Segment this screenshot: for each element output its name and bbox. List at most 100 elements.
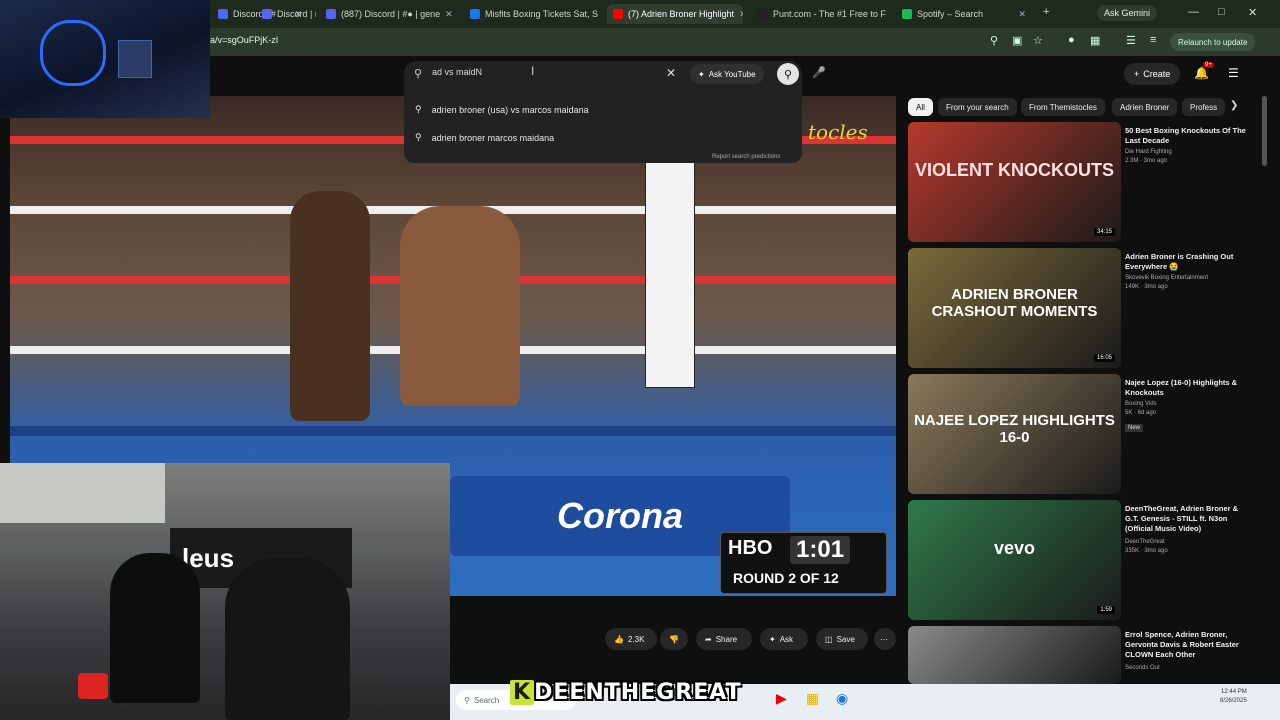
like-button[interactable]: 👍 2.3K xyxy=(605,628,657,650)
filter-chip[interactable]: Profess xyxy=(1182,98,1226,116)
search-icon: ⚲ xyxy=(464,695,470,705)
video-meta: 2.3M · 3mo ago xyxy=(1125,158,1168,164)
video-title[interactable]: Najee Lopez (16-0) Highlights & Knockout… xyxy=(1125,378,1253,398)
search-icon: ⚲ xyxy=(415,132,422,142)
extension-icon[interactable]: ▣ xyxy=(1012,34,1022,47)
channel-name[interactable]: Boxing Vids xyxy=(1125,400,1253,408)
browser-tab[interactable]: Spotify – Search ✕ xyxy=(896,4,1032,24)
video-thumbnail[interactable] xyxy=(908,626,1121,684)
browser-tab[interactable]: (887) Discord | #● | gene ✕ xyxy=(320,4,458,24)
more-icon: ⋯ xyxy=(880,634,888,644)
filter-chip[interactable]: From Themistocles xyxy=(1021,98,1105,116)
tab-close-icon[interactable]: ✕ xyxy=(445,9,453,20)
url-field[interactable]: a/v=sgOuFPjK-zI xyxy=(210,35,278,45)
browser-tab[interactable]: Punt.com - The #1 Free to F✕ xyxy=(752,4,890,24)
avatar[interactable]: ☰ xyxy=(1228,66,1239,80)
save-button[interactable]: ◫ Save xyxy=(816,628,868,650)
search-suggestions xyxy=(404,87,802,163)
streamer-name-overlay: K DEENTHEGREAT xyxy=(510,680,742,705)
taskbar-clock: 12:44 PM 8/26/2025 xyxy=(1220,688,1247,706)
person xyxy=(225,558,350,720)
webcam-overlay-top xyxy=(0,0,210,118)
search-input[interactable]: ad vs maidN xyxy=(432,67,482,77)
star-icon[interactable]: ☆ xyxy=(1033,34,1043,47)
profile-icon[interactable]: ● xyxy=(1068,34,1075,46)
notification-badge: 9+ xyxy=(1203,62,1214,68)
search-icon[interactable]: ⚲ xyxy=(990,34,998,47)
channel-name[interactable]: Die Hard Fighting xyxy=(1125,148,1253,156)
new-tab-icon[interactable]: + xyxy=(1043,6,1049,18)
ask-button[interactable]: ✦ Ask xyxy=(760,628,808,650)
more-actions-button[interactable]: ⋯ xyxy=(874,628,896,650)
dislike-button[interactable]: 👎 xyxy=(660,628,688,650)
favicon-icon xyxy=(218,9,228,19)
sponsor-text: tocles xyxy=(808,120,868,144)
thumbnail-text: vevo xyxy=(993,538,1036,558)
mic-icon[interactable]: 🎤 xyxy=(812,66,826,79)
ring-rope xyxy=(10,426,896,436)
text-cursor-icon: I xyxy=(531,64,535,78)
video-title[interactable]: DeenTheGreat, Adrien Broner & G.T. Genes… xyxy=(1125,504,1253,534)
ask-label: Ask xyxy=(779,634,794,644)
video-thumbnail[interactable]: vevo 1:59 xyxy=(908,500,1121,620)
video-thumbnail[interactable]: VIOLENT KNOCKOUTS 34:15 xyxy=(908,122,1121,242)
ask-gemini-button[interactable]: Ask Gemini xyxy=(1097,5,1158,21)
channel-name[interactable]: Skovevik Boxing Entertainment xyxy=(1125,274,1253,282)
suggestion-item[interactable]: ⚲ adrien broner (usa) vs marcos maidana xyxy=(415,104,589,115)
puzzle-icon[interactable]: ▦ xyxy=(1090,34,1100,47)
video-title[interactable]: 50 Best Boxing Knockouts Of The Last Dec… xyxy=(1125,126,1253,146)
chrome-icon[interactable]: ◉ xyxy=(836,690,848,707)
person xyxy=(110,553,200,703)
create-button[interactable]: + Create xyxy=(1124,63,1181,85)
tab-close-icon[interactable]: ✕ xyxy=(1018,9,1026,20)
thumbnail-text: NAJEE LOPEZ HIGHLIGHTS 16-0 xyxy=(914,412,1115,446)
create-label: Create xyxy=(1143,69,1171,79)
overlay-k: K xyxy=(510,680,535,705)
video-title[interactable]: Adrien Broner is Crashing Out Everywhere… xyxy=(1125,252,1253,272)
browser-tab[interactable]: Misfits Boxing Tickets Sat, S✕ xyxy=(464,4,602,24)
chevron-right-icon[interactable]: ❯ xyxy=(1230,100,1238,111)
filter-chip[interactable]: From your search xyxy=(938,98,1017,116)
suggestion-item[interactable]: ⚲ adrien broner marcos maidana xyxy=(415,132,554,143)
ring-light xyxy=(40,20,106,86)
close-icon[interactable]: ✕ xyxy=(1248,6,1257,19)
channel-name[interactable]: DeenTheGreat xyxy=(1125,538,1253,546)
browser-tab[interactable]: (7) Adrien Broner Highlight ✕ xyxy=(607,4,743,24)
favicon-icon xyxy=(262,9,272,19)
webcam-overlay-bottom: leus xyxy=(0,463,450,720)
save-icon: ◫ xyxy=(825,634,833,644)
boxer xyxy=(290,191,370,421)
folder-icon[interactable]: ▦ xyxy=(806,690,819,707)
youtube-icon[interactable]: ▶ xyxy=(776,690,787,707)
wall-frame xyxy=(118,40,152,78)
video-meta: 335K · 3mo ago xyxy=(1125,548,1168,554)
round-clock: 1:01 xyxy=(790,536,851,564)
clear-icon[interactable]: ✕ xyxy=(666,66,676,80)
plus-icon: + xyxy=(1134,69,1140,79)
filter-chip[interactable]: Adrien Broner xyxy=(1112,98,1178,116)
report-predictions-link[interactable]: Report search predictions xyxy=(712,154,780,160)
video-thumbnail[interactable]: ADRIEN BRONER CRASHOUT MOMENTS 16:05 xyxy=(908,248,1121,368)
search-button[interactable]: ⚲ xyxy=(777,63,799,85)
ask-youtube-button[interactable]: ✦ Ask YouTube xyxy=(690,64,764,84)
video-thumbnail[interactable]: NAJEE LOPEZ HIGHLIGHTS 16-0 xyxy=(908,374,1121,494)
search-icon: ⚲ xyxy=(415,104,422,114)
favicon-icon xyxy=(326,9,336,19)
bookmark-icon[interactable]: ☰ xyxy=(1126,34,1136,47)
relaunch-button[interactable]: Relaunch to update xyxy=(1170,33,1256,51)
maximize-icon[interactable]: □ xyxy=(1218,6,1225,18)
thumbs-up-icon: 👍 xyxy=(614,634,624,644)
duration-badge: 1:59 xyxy=(1097,606,1115,614)
video-title[interactable]: Errol Spence, Adrien Broner, Gervonta Da… xyxy=(1125,630,1253,660)
tab-label: (887) Discord | #● | gene xyxy=(341,9,441,19)
menu-icon[interactable]: ≡ xyxy=(1150,34,1156,46)
minimize-icon[interactable]: — xyxy=(1188,6,1199,18)
scrollbar[interactable] xyxy=(1262,96,1267,166)
share-button[interactable]: ➦ Share xyxy=(696,628,752,650)
browser-tab[interactable]: Discord | reacti✕ xyxy=(256,4,316,24)
filter-chip[interactable]: All xyxy=(908,98,933,116)
tab-close-icon[interactable]: ✕ xyxy=(739,9,743,20)
channel-name[interactable]: Seconds Out xyxy=(1125,664,1253,672)
date: 8/26/2025 xyxy=(1220,698,1247,704)
bell-icon[interactable]: 🔔 xyxy=(1194,66,1209,80)
